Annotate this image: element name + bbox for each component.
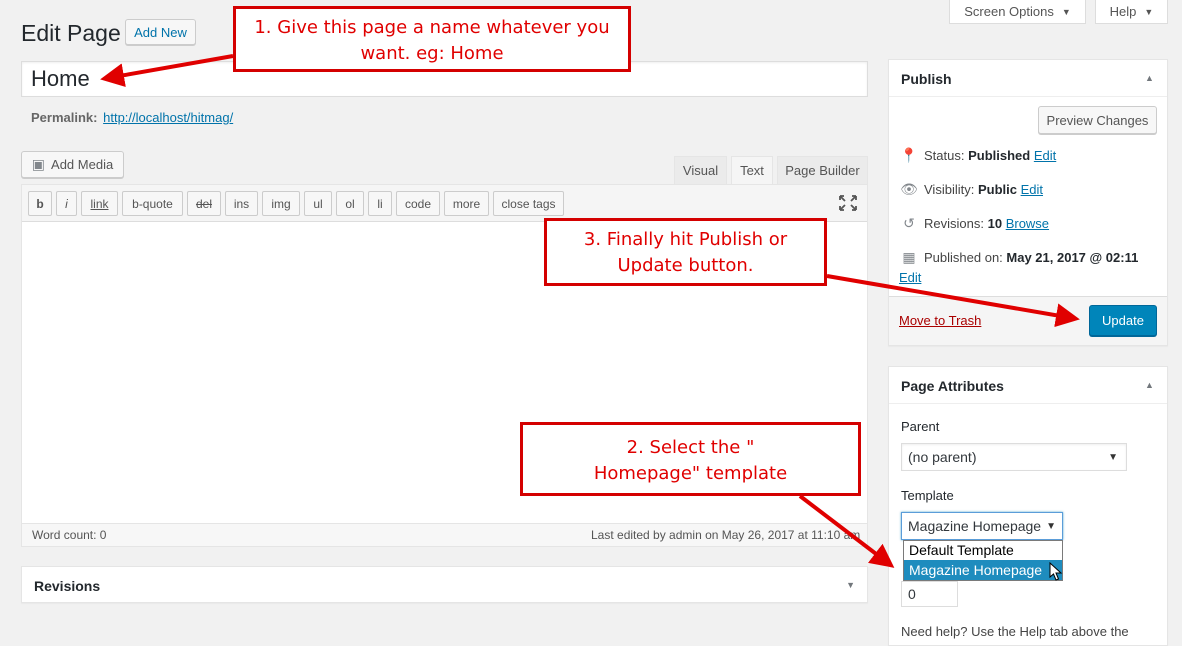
arrow-to-update xyxy=(826,274,1080,328)
arrow-to-template xyxy=(798,494,895,568)
arrow-to-title xyxy=(100,54,234,88)
annotation-arrows xyxy=(100,54,1080,568)
